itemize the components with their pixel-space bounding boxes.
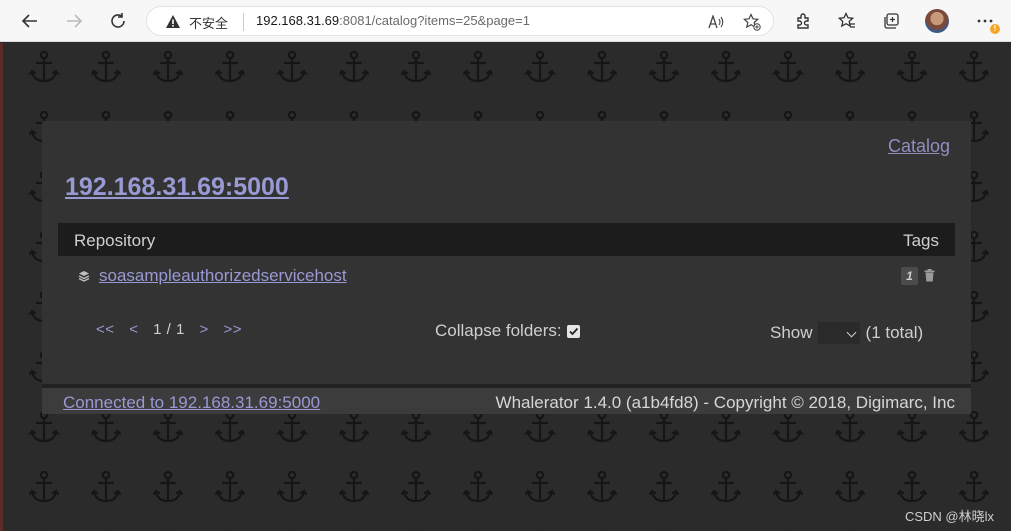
catalog-panel: Catalog 192.168.31.69:5000 Repository Ta… xyxy=(42,121,971,385)
page-info: 1 / 1 xyxy=(153,321,185,338)
total-count: (1 total) xyxy=(865,323,924,342)
collapse-folders-checkbox[interactable] xyxy=(566,324,580,338)
prev-page-link[interactable]: < xyxy=(129,321,138,338)
window-edge xyxy=(0,43,3,531)
repository-link[interactable]: soasampleauthorizedservicehost xyxy=(99,266,347,286)
refresh-icon[interactable] xyxy=(105,8,131,34)
security-label[interactable]: 不安全 xyxy=(189,13,228,32)
warning-icon xyxy=(166,15,180,28)
browser-toolbar: 不安全 192.168.31.69:8081/catalog?items=25&… xyxy=(0,0,1011,42)
tag-count-badge: 1 xyxy=(901,267,918,285)
forward-icon[interactable] xyxy=(61,8,87,34)
layers-icon xyxy=(78,271,90,282)
show-label: Show xyxy=(770,323,813,342)
catalog-link[interactable]: Catalog xyxy=(888,136,950,157)
collections-icon[interactable] xyxy=(878,8,904,34)
first-page-link[interactable]: << xyxy=(96,321,115,338)
collapse-folders: Collapse folders: xyxy=(435,321,580,341)
pagination: << < 1 / 1 > >> xyxy=(96,321,252,338)
url-path: :8081/catalog?items=25&page=1 xyxy=(339,13,530,28)
favorite-add-icon[interactable] xyxy=(741,11,763,33)
table-row: soasampleauthorizedservicehost 1 xyxy=(58,261,955,293)
table-header: Repository Tags xyxy=(58,223,955,256)
more-menu-icon[interactable]: ! xyxy=(972,8,1000,34)
trash-icon[interactable] xyxy=(924,269,935,282)
favorites-icon[interactable] xyxy=(834,8,860,34)
last-page-link[interactable]: >> xyxy=(223,321,242,338)
connected-link[interactable]: Connected to 192.168.31.69:5000 xyxy=(63,393,320,413)
url-text[interactable]: 192.168.31.69:8081/catalog?items=25&page… xyxy=(256,13,530,28)
read-aloud-icon[interactable] xyxy=(705,11,727,33)
next-page-link[interactable]: > xyxy=(200,321,209,338)
back-icon[interactable] xyxy=(17,8,43,34)
collapse-folders-label: Collapse folders: xyxy=(435,321,562,340)
page-size-control: Show (1 total) xyxy=(770,322,923,344)
page-size-select[interactable] xyxy=(817,322,860,344)
registry-title-link[interactable]: 192.168.31.69:5000 xyxy=(65,173,289,202)
update-badge-icon: ! xyxy=(990,24,1000,34)
profile-avatar[interactable] xyxy=(925,9,949,33)
extensions-icon[interactable] xyxy=(791,8,817,34)
address-bar[interactable]: 不安全 192.168.31.69:8081/catalog?items=25&… xyxy=(146,6,774,36)
url-host: 192.168.31.69 xyxy=(256,13,340,28)
column-header-tags: Tags xyxy=(903,231,939,250)
column-header-repository: Repository xyxy=(74,231,156,250)
footer: Connected to 192.168.31.69:5000 Whalerat… xyxy=(42,384,971,414)
watermark-text: CSDN @林晓lx xyxy=(904,509,994,524)
copyright-text: Whalerator 1.4.0 (a1b4fd8) - Copyright ©… xyxy=(495,393,955,412)
checkmark-icon xyxy=(568,327,578,335)
address-divider xyxy=(243,13,244,31)
